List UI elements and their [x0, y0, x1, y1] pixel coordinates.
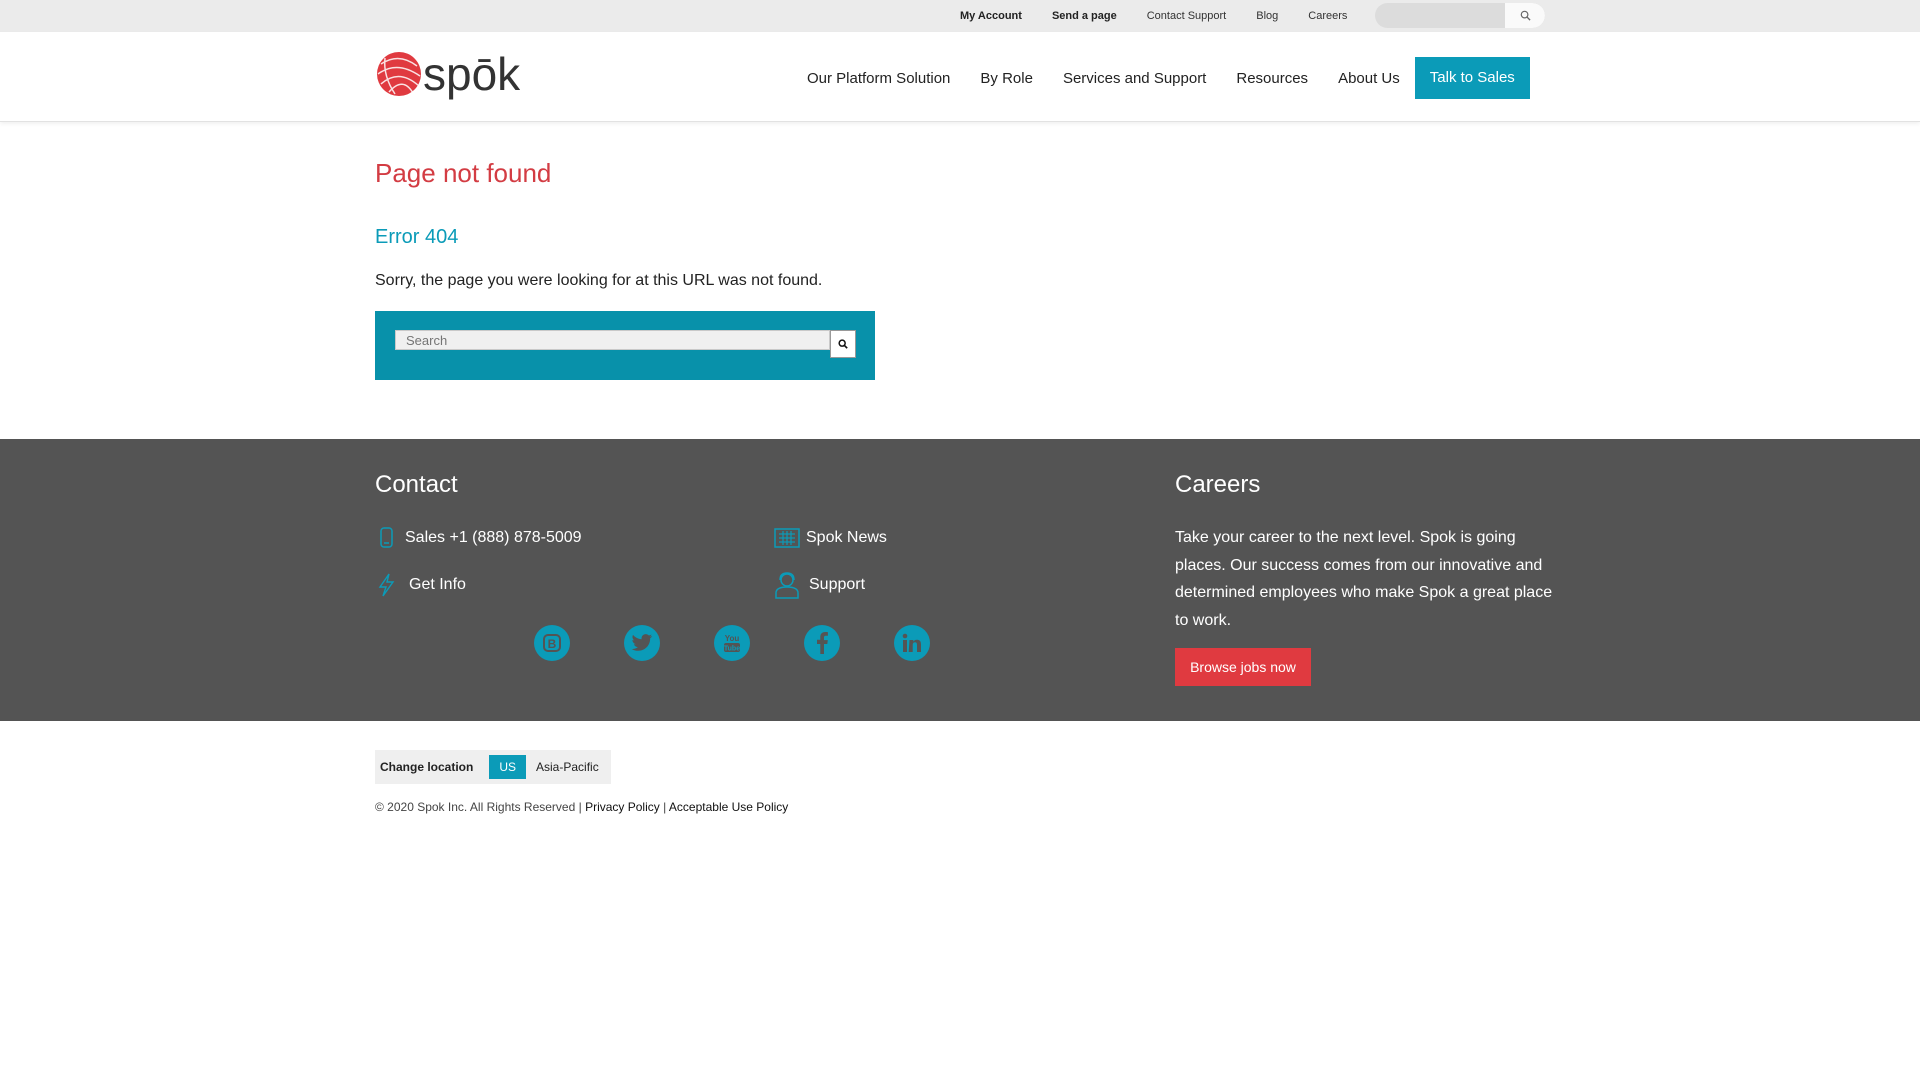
newspaper-icon: [774, 527, 800, 549]
svg-text:Tube: Tube: [724, 646, 740, 653]
acceptable-use-link[interactable]: Acceptable Use Policy: [669, 800, 788, 814]
search-input[interactable]: [395, 330, 830, 350]
linkedin-icon[interactable]: [894, 625, 930, 661]
twitter-icon[interactable]: [624, 625, 660, 661]
page-title: Page not found: [375, 158, 552, 188]
youtube-icon[interactable]: You Tube: [714, 625, 750, 661]
location-asia-pacific-button[interactable]: Asia-Pacific: [536, 760, 599, 774]
support-label: Support: [809, 576, 866, 593]
utility-bar: My Account Send a page Contact Support B…: [0, 0, 1920, 32]
contact-support-link[interactable]: Contact Support: [1147, 10, 1227, 22]
location-us-button[interactable]: US: [489, 755, 527, 779]
utility-search-input[interactable]: [1375, 3, 1505, 28]
search-icon: [1520, 10, 1531, 21]
careers-text: Take your career to the next level. Spok…: [1175, 529, 1553, 629]
spok-news-link[interactable]: Spok News: [774, 527, 887, 549]
svg-text:B: B: [548, 637, 557, 651]
site-footer: Contact Sales +1 (888) 878-5009 Get Info…: [0, 439, 1920, 721]
error-code: Error 404: [375, 226, 459, 248]
nav-resources[interactable]: Resources: [1236, 70, 1308, 87]
facebook-icon[interactable]: [804, 625, 840, 661]
site-header: spōk Our Platform Solution By Role Servi…: [0, 32, 1920, 122]
utility-search: [1375, 3, 1545, 28]
get-info-label: Get Info: [409, 576, 466, 593]
blog-icon[interactable]: B: [534, 625, 570, 661]
svg-text:spōk: spōk: [423, 48, 520, 100]
nav-platform-solution[interactable]: Our Platform Solution: [807, 70, 950, 87]
error-message: Sorry, the page you were looking for at …: [375, 272, 823, 289]
nav-by-role[interactable]: By Role: [980, 70, 1033, 87]
spok-news-label: Spok News: [806, 529, 887, 546]
sales-phone-label: Sales +1 (888) 878-5009: [405, 529, 582, 546]
copyright-line: © 2020 Spok Inc. All Rights Reserved | P…: [375, 800, 788, 814]
search-button[interactable]: [830, 330, 856, 358]
social-links: B You Tube: [534, 625, 984, 661]
careers-link[interactable]: Careers: [1308, 10, 1347, 22]
send-a-page-link[interactable]: Send a page: [1052, 10, 1117, 22]
logo-mark: spōk: [377, 48, 521, 100]
my-account-link[interactable]: My Account: [960, 10, 1022, 22]
phone-icon: [375, 527, 397, 549]
spok-logo[interactable]: spōk: [375, 46, 521, 106]
main-nav: Our Platform Solution By Role Services a…: [807, 57, 1530, 99]
nav-about-us[interactable]: About Us: [1338, 70, 1400, 87]
search-panel: [375, 311, 875, 380]
sales-phone-link[interactable]: Sales +1 (888) 878-5009: [375, 527, 582, 549]
lightning-icon: [375, 573, 397, 597]
blog-link[interactable]: Blog: [1256, 10, 1278, 22]
nav-services-support[interactable]: Services and Support: [1063, 70, 1206, 87]
get-info-link[interactable]: Get Info: [375, 573, 466, 597]
utility-search-button[interactable]: [1505, 3, 1545, 28]
contact-heading: Contact: [375, 471, 458, 498]
location-switcher: Change location US Asia-Pacific: [375, 750, 611, 784]
svg-text:You: You: [725, 634, 740, 643]
utility-links: My Account Send a page Contact Support B…: [960, 0, 1377, 32]
copyright-text: © 2020 Spok Inc. All Rights Reserved |: [375, 800, 582, 814]
careers-heading: Careers: [1175, 471, 1261, 498]
support-link[interactable]: Support: [774, 571, 865, 599]
privacy-policy-link[interactable]: Privacy Policy: [585, 800, 660, 814]
support-agent-icon: [774, 571, 800, 599]
talk-to-sales-button[interactable]: Talk to Sales: [1414, 57, 1530, 99]
browse-jobs-button[interactable]: Browse jobs now: [1175, 648, 1311, 686]
policy-separator: |: [663, 800, 667, 814]
change-location-label: Change location: [380, 760, 474, 774]
search-icon: [838, 339, 848, 349]
